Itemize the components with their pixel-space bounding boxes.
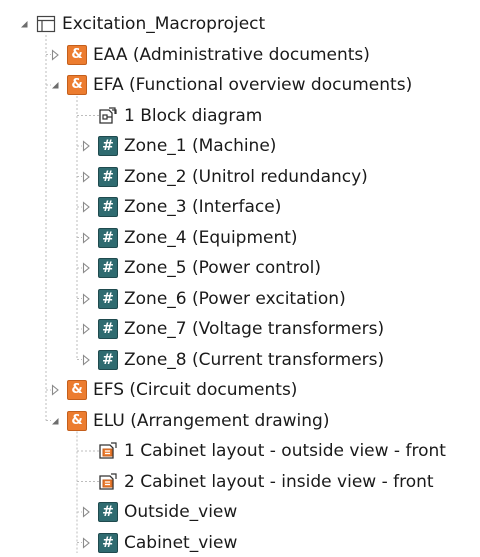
hash-icon: # (98, 136, 118, 156)
expanded-arrow-icon[interactable] (18, 18, 30, 30)
no-expander (80, 476, 92, 488)
tree-node[interactable]: # Cabinet_view (80, 529, 237, 557)
hash-icon: # (98, 288, 118, 309)
tree-node[interactable]: & EAA (Administrative documents) (49, 41, 370, 69)
tree-node[interactable]: # Zone_5 (Power control) (80, 254, 321, 282)
tree-node-label: Zone_5 (Power control) (124, 258, 321, 278)
tree-node-label: Zone_1 (Machine) (124, 136, 277, 156)
collapsed-arrow-icon[interactable] (80, 323, 92, 335)
collapsed-arrow-icon[interactable] (80, 262, 92, 274)
ampersand-icon: & (67, 75, 87, 95)
collapsed-arrow-icon[interactable] (80, 353, 92, 366)
tree-node-label: Outside_view (124, 502, 238, 522)
no-expander (80, 110, 92, 122)
tree-node[interactable]: Excitation_Macroproject (18, 10, 265, 38)
collapsed-arrow-icon[interactable] (80, 536, 92, 549)
expanded-arrow-icon[interactable] (49, 415, 61, 427)
tree-node-label: ELU (Arrangement drawing) (93, 410, 330, 431)
tree-node[interactable]: 1 Block diagram (80, 102, 262, 130)
tree-node[interactable]: # Zone_2 (Unitrol redundancy) (80, 163, 368, 191)
project-tree: Excitation_Macroproject & EAA (Administrat… (0, 0, 480, 553)
tree-node[interactable]: # Zone_4 (Equipment) (80, 224, 298, 252)
tree-node[interactable]: 2 Cabinet layout - inside view - front (80, 468, 434, 496)
tree-node-label: 1 Cabinet layout - outside view - front (124, 441, 446, 461)
collapsed-arrow-icon[interactable] (49, 384, 61, 396)
collapsed-arrow-icon[interactable] (80, 170, 92, 183)
collapsed-arrow-icon[interactable] (80, 140, 92, 152)
block-diagram-icon (98, 106, 118, 126)
cabinet-layout-icon (98, 441, 118, 461)
collapsed-arrow-icon[interactable] (80, 292, 92, 305)
collapsed-arrow-icon[interactable] (49, 48, 61, 61)
tree-node[interactable]: # Zone_8 (Current transformers) (80, 346, 384, 374)
tree-node-label: Zone_2 (Unitrol redundancy) (124, 166, 368, 187)
tree-node-label: Cabinet_view (124, 532, 238, 553)
tree-node-label: 2 Cabinet layout - inside view - front (124, 471, 434, 492)
hash-icon: # (98, 502, 118, 522)
tree-node[interactable]: # Zone_7 (Voltage transformers) (80, 315, 384, 343)
hash-icon: # (98, 258, 118, 278)
tree-node[interactable]: & EFA (Functional overview documents) (49, 71, 412, 99)
ampersand-icon: & (67, 44, 87, 65)
tree-node-label: Zone_8 (Current transformers) (124, 349, 385, 370)
tree-node-label: 1 Block diagram (124, 105, 263, 126)
no-expander (80, 445, 92, 457)
hash-icon: # (98, 227, 118, 248)
tree-node-label: Zone_3 (Interface) (124, 197, 282, 217)
tree-node-label: EAA (Administrative documents) (93, 44, 370, 65)
project-icon (36, 14, 56, 34)
tree-node-label: Zone_7 (Voltage transformers) (124, 319, 385, 339)
cabinet-layout-icon (98, 472, 118, 492)
tree-node[interactable]: # Zone_1 (Machine) (80, 132, 276, 160)
tree-node-label: EFA (Functional overview documents) (93, 75, 413, 95)
ampersand-icon: & (67, 380, 87, 400)
tree-node-label: Zone_4 (Equipment) (124, 227, 298, 248)
collapsed-arrow-icon[interactable] (80, 506, 92, 518)
hash-icon: # (98, 319, 118, 339)
hash-icon: # (98, 166, 118, 187)
tree-node[interactable]: # Zone_3 (Interface) (80, 193, 281, 221)
hash-icon: # (98, 532, 118, 553)
tree-node[interactable]: # Zone_6 (Power excitation) (80, 285, 346, 313)
tree-node[interactable]: # Outside_view (80, 498, 237, 526)
collapsed-arrow-icon[interactable] (80, 231, 92, 244)
tree-node[interactable]: & ELU (Arrangement drawing) (49, 407, 329, 435)
hash-icon: # (98, 197, 118, 217)
tree-node-label: Zone_6 (Power excitation) (124, 288, 346, 309)
hash-icon: # (98, 349, 118, 370)
tree-node-label: EFS (Circuit documents) (93, 380, 298, 400)
collapsed-arrow-icon[interactable] (80, 201, 92, 213)
tree-node[interactable]: & EFS (Circuit documents) (49, 376, 297, 404)
ampersand-icon: & (67, 410, 87, 431)
expanded-arrow-icon[interactable] (49, 79, 61, 91)
tree-node[interactable]: 1 Cabinet layout - outside view - front (80, 437, 446, 465)
tree-node-label: Excitation_Macroproject (62, 14, 266, 34)
